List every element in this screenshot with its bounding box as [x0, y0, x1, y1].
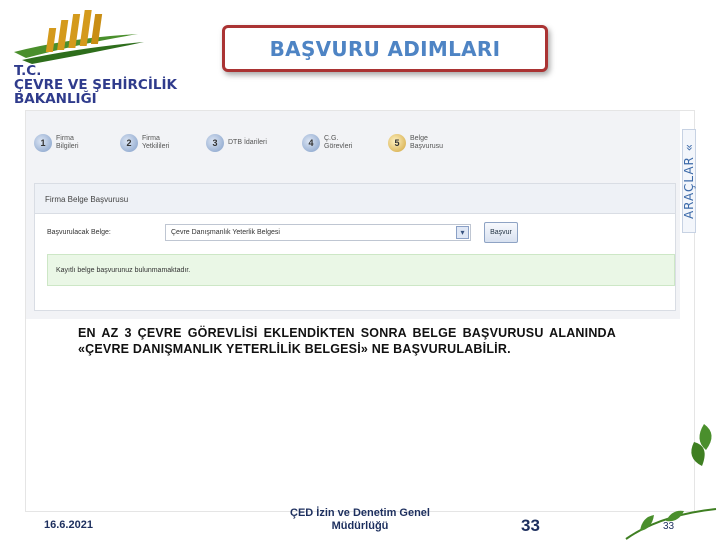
ministry-name-line1: T.C.: [14, 63, 42, 79]
wizard-step-firma-bilgileri[interactable]: 1 Firma Bilgileri: [34, 123, 90, 163]
step-label-line1: Belge: [410, 135, 428, 142]
wizard-step-firma-yetkilileri[interactable]: 2 Firma Yetkilileri: [120, 123, 176, 163]
wizard-steps: 1 Firma Bilgileri 2 Firma Yetkilileri 3 …: [34, 123, 444, 163]
step-4-icon: 4: [302, 134, 320, 152]
step-3-icon: 3: [206, 134, 224, 152]
step-label: Firma Yetkilileri: [142, 135, 176, 151]
step-label: Belge Başvurusu: [410, 135, 444, 151]
step-label-line2: Yetkilileri: [142, 143, 170, 150]
ministry-logo: T.C. ÇEVRE VE ŞEHİRCİLİK BAKANLIĞI: [8, 8, 177, 106]
page-number: 33: [521, 516, 540, 535]
wizard-step-belge-basvurusu[interactable]: 5 Belge Başvurusu: [388, 123, 444, 163]
building-logo-icon: [14, 10, 144, 64]
footer-org-line1: ÇED İzin ve Denetim Genel: [290, 507, 430, 519]
page-number-small: 33: [663, 521, 675, 532]
wizard-step-dtb-idarileri[interactable]: 3 DTB İdarileri: [206, 123, 272, 163]
apply-button[interactable]: Başvur: [484, 222, 518, 243]
form-row: Başvurulacak Belge: Çevre Danışmanlık Ye…: [35, 220, 675, 246]
ministry-name: T.C. ÇEVRE VE ŞEHİRCİLİK BAKANLIĞI: [14, 64, 177, 106]
step-label-line1: Ç.G.: [324, 135, 339, 142]
step-label: DTB İdarileri: [228, 139, 272, 147]
wizard-step-cg-gorevleri[interactable]: 4 Ç.G. Görevleri: [302, 123, 358, 163]
belge-basvuru-form: Firma Belge Başvurusu Başvurulacak Belge…: [34, 183, 676, 311]
step-5-icon: 5: [388, 134, 406, 152]
step-label-line2: Görevleri: [324, 143, 353, 150]
step-label: Firma Bilgileri: [56, 135, 90, 151]
application-screenshot: 1 Firma Bilgileri 2 Firma Yetkilileri 3 …: [25, 110, 696, 512]
step-1-icon: 1: [34, 134, 52, 152]
ministry-name-line2: ÇEVRE VE ŞEHİRCİLİK: [14, 77, 177, 93]
instruction-note: EN AZ 3 ÇEVRE GÖREVLİSİ EKLENDİKTEN SONR…: [78, 326, 616, 356]
step-label-line1: DTB İdarileri: [228, 139, 267, 146]
leaf-decoration-icon: [691, 424, 712, 466]
footer-org-line2: Müdürlüğü: [331, 520, 389, 532]
step-2-icon: 2: [120, 134, 138, 152]
step-label-line2: Başvurusu: [410, 143, 444, 150]
belge-select-value: Çevre Danışmanlık Yeterlik Belgesi: [171, 229, 280, 236]
belge-label: Başvurulacak Belge:: [47, 229, 111, 236]
step-label-line1: Firma: [56, 135, 74, 142]
ministry-name-line3: BAKANLIĞI: [14, 91, 97, 107]
step-label-line2: Bilgileri: [56, 143, 79, 150]
step-label: Ç.G. Görevleri: [324, 135, 358, 151]
info-message: Kayıtlı belge başvurunuz bulunmamaktadır…: [47, 254, 675, 286]
step-label-line1: Firma: [142, 135, 160, 142]
tools-side-tab-label: ARAÇLAR «: [682, 142, 696, 220]
footer-date: 16.6.2021: [44, 519, 93, 531]
tools-side-tab[interactable]: ARAÇLAR «: [682, 129, 696, 233]
slide-title-box: BAŞVURU ADIMLARI: [222, 25, 548, 72]
slide-title: BAŞVURU ADIMLARI: [269, 36, 501, 61]
form-header: Firma Belge Başvurusu: [35, 184, 675, 214]
belge-select[interactable]: Çevre Danışmanlık Yeterlik Belgesi ▾: [165, 224, 471, 241]
chevron-down-icon[interactable]: ▾: [456, 226, 469, 239]
footer-organization: ÇED İzin ve Denetim Genel Müdürlüğü: [280, 507, 440, 533]
application-window: 1 Firma Bilgileri 2 Firma Yetkilileri 3 …: [26, 111, 680, 319]
